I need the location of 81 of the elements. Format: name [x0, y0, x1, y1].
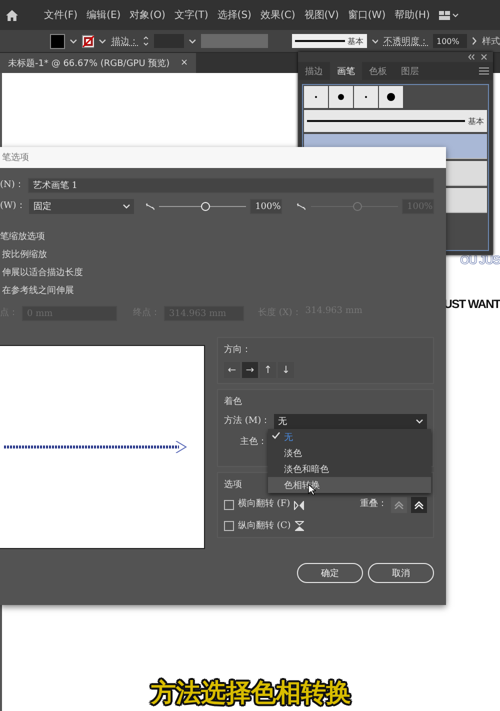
width-label: (W)： — [0, 200, 26, 212]
width-dropdown[interactable]: 固定 — [29, 199, 134, 214]
chevron-icon[interactable] — [472, 37, 477, 45]
panel-tab[interactable]: 色板 — [362, 62, 394, 80]
brush-field[interactable]: 基本 — [292, 34, 367, 48]
direction-button[interactable]: → — [242, 362, 258, 378]
document-tab[interactable]: 未标题-1* @ 66.67% (RGB/GPU 预览) × — [0, 53, 196, 73]
fill-swatch[interactable] — [50, 34, 65, 48]
key-color-label: 主色： — [240, 436, 267, 448]
name-label: (N)： — [0, 179, 24, 191]
slider-thumb[interactable] — [353, 202, 362, 210]
panel-tab[interactable]: 画笔 — [330, 62, 362, 80]
brush-swatch[interactable] — [329, 86, 353, 108]
artwork-text: OU JUS — [460, 253, 500, 267]
caret-icon[interactable] — [188, 38, 196, 44]
dropdown-option[interactable]: 淡色和暗色 — [268, 461, 431, 477]
menu-item[interactable]: 文件(F) — [44, 8, 78, 22]
caret-icon[interactable] — [416, 419, 423, 424]
checkbox[interactable] — [224, 520, 234, 530]
flip-across-label: 纵向翻转 (C) — [238, 520, 291, 532]
radio-option[interactable]: 按比例缩放 — [0, 248, 47, 261]
opacity-field[interactable]: 100% — [433, 34, 468, 48]
caret-icon[interactable] — [372, 38, 378, 44]
pen-icon — [146, 202, 155, 210]
overlap-label: 重叠： — [360, 498, 387, 510]
close-icon[interactable] — [481, 54, 487, 60]
brush-swatch[interactable] — [354, 86, 378, 108]
stroke-swatch[interactable] — [82, 34, 94, 48]
menu-item[interactable]: 文字(T) — [174, 8, 208, 22]
width-percent-field[interactable]: 100% — [250, 199, 282, 214]
pen-icon — [297, 202, 307, 210]
method-dropdown[interactable]: 无 — [274, 414, 427, 429]
dropdown-option[interactable]: 淡色 — [268, 445, 431, 461]
direction-button[interactable]: ↓ — [278, 362, 294, 378]
checkbox[interactable] — [224, 500, 234, 510]
collapse-icon[interactable] — [468, 54, 475, 60]
panel-tab[interactable]: 描边 — [298, 62, 330, 80]
caret-icon[interactable] — [99, 38, 106, 44]
opacity-label: 不透明度： — [383, 36, 428, 48]
menu-item[interactable]: 窗口(W) — [348, 8, 386, 22]
direction-button[interactable]: ↑ — [260, 362, 276, 378]
overlap-button[interactable] — [411, 497, 427, 513]
flip-along-label: 横向翻转 (F) — [238, 498, 290, 510]
flip-horizontal-icon — [294, 500, 304, 510]
brush-swatch[interactable] — [304, 86, 328, 108]
radio-option[interactable]: 伸展以适合描边长度 — [0, 266, 83, 279]
home-icon[interactable] — [6, 10, 18, 20]
menu-item[interactable]: 效果(C) — [260, 8, 296, 22]
menu-item[interactable]: 选择(S) — [217, 8, 252, 22]
radio-option[interactable]: 在参考线之间伸展 — [0, 284, 74, 297]
options-label: 选项 — [224, 478, 242, 491]
ok-button[interactable]: 确定 — [297, 563, 363, 583]
coloring-label: 着色 — [224, 396, 242, 408]
subtitle-caption: 方法选择色相转换 — [150, 677, 352, 709]
stepper-icon[interactable] — [143, 35, 150, 47]
panel-tab[interactable]: 图层 — [394, 62, 426, 80]
brush-swatch[interactable]: 基本 — [304, 110, 487, 132]
method-label: 方法 (M)： — [224, 414, 270, 427]
menu-item[interactable]: 视图(V) — [304, 8, 339, 22]
direction-button[interactable]: ← — [224, 362, 240, 378]
cancel-button[interactable]: 取消 — [368, 563, 434, 583]
flip-vertical-icon — [294, 520, 304, 530]
workspace-icon[interactable] — [438, 10, 459, 20]
section-label: 笔缩放选项 — [0, 230, 45, 243]
brush-swatch[interactable] — [379, 86, 403, 108]
menu-item[interactable]: 对象(O) — [130, 8, 166, 22]
style-label: 样式 — [482, 36, 500, 48]
menu-item[interactable]: 帮助(H) — [394, 8, 430, 22]
caret-icon[interactable] — [70, 38, 77, 44]
chevrons-up-icon — [394, 501, 404, 509]
dialog-title: 笔选项 — [2, 152, 29, 164]
variable-width-field[interactable] — [200, 34, 268, 48]
name-field[interactable]: 艺术画笔 1 — [28, 178, 434, 193]
direction-label: 方向： — [224, 344, 251, 356]
stroke-label: 描边： — [111, 36, 138, 48]
close-icon[interactable]: × — [180, 58, 188, 68]
caret-icon[interactable] — [122, 204, 130, 209]
menu-icon[interactable] — [479, 67, 489, 75]
menu-item[interactable]: 编辑(E) — [86, 8, 121, 22]
check-icon — [272, 432, 280, 439]
chevrons-up-icon — [414, 501, 424, 509]
